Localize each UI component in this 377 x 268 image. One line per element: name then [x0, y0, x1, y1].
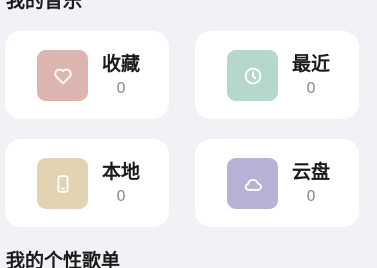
card-label: 收藏: [101, 53, 140, 75]
recent-card[interactable]: 最近 0: [195, 31, 359, 119]
card-count: 0: [116, 187, 126, 205]
local-card[interactable]: 本地 0: [5, 139, 169, 227]
card-count: 0: [306, 187, 316, 205]
favorites-card[interactable]: 收藏 0: [5, 31, 169, 119]
card-label: 最近: [291, 53, 330, 75]
cloud-drive-card[interactable]: 云盘 0: [195, 139, 359, 227]
cloud-icon: [244, 178, 262, 191]
heart-icon: [53, 68, 72, 84]
card-count: 0: [116, 79, 126, 97]
cloud-drive-tile: [227, 158, 278, 209]
clock-icon: [244, 67, 261, 84]
card-count: 0: [306, 79, 316, 97]
recent-tile: [227, 50, 278, 101]
section-title-playlists: 我的个性歌单: [6, 250, 121, 268]
local-tile: [37, 158, 88, 209]
section-title-my-music: 我的音乐: [6, 0, 83, 12]
card-label: 本地: [101, 161, 140, 183]
favorites-tile: [37, 50, 88, 101]
card-label: 云盘: [291, 161, 330, 183]
phone-icon: [57, 174, 68, 193]
